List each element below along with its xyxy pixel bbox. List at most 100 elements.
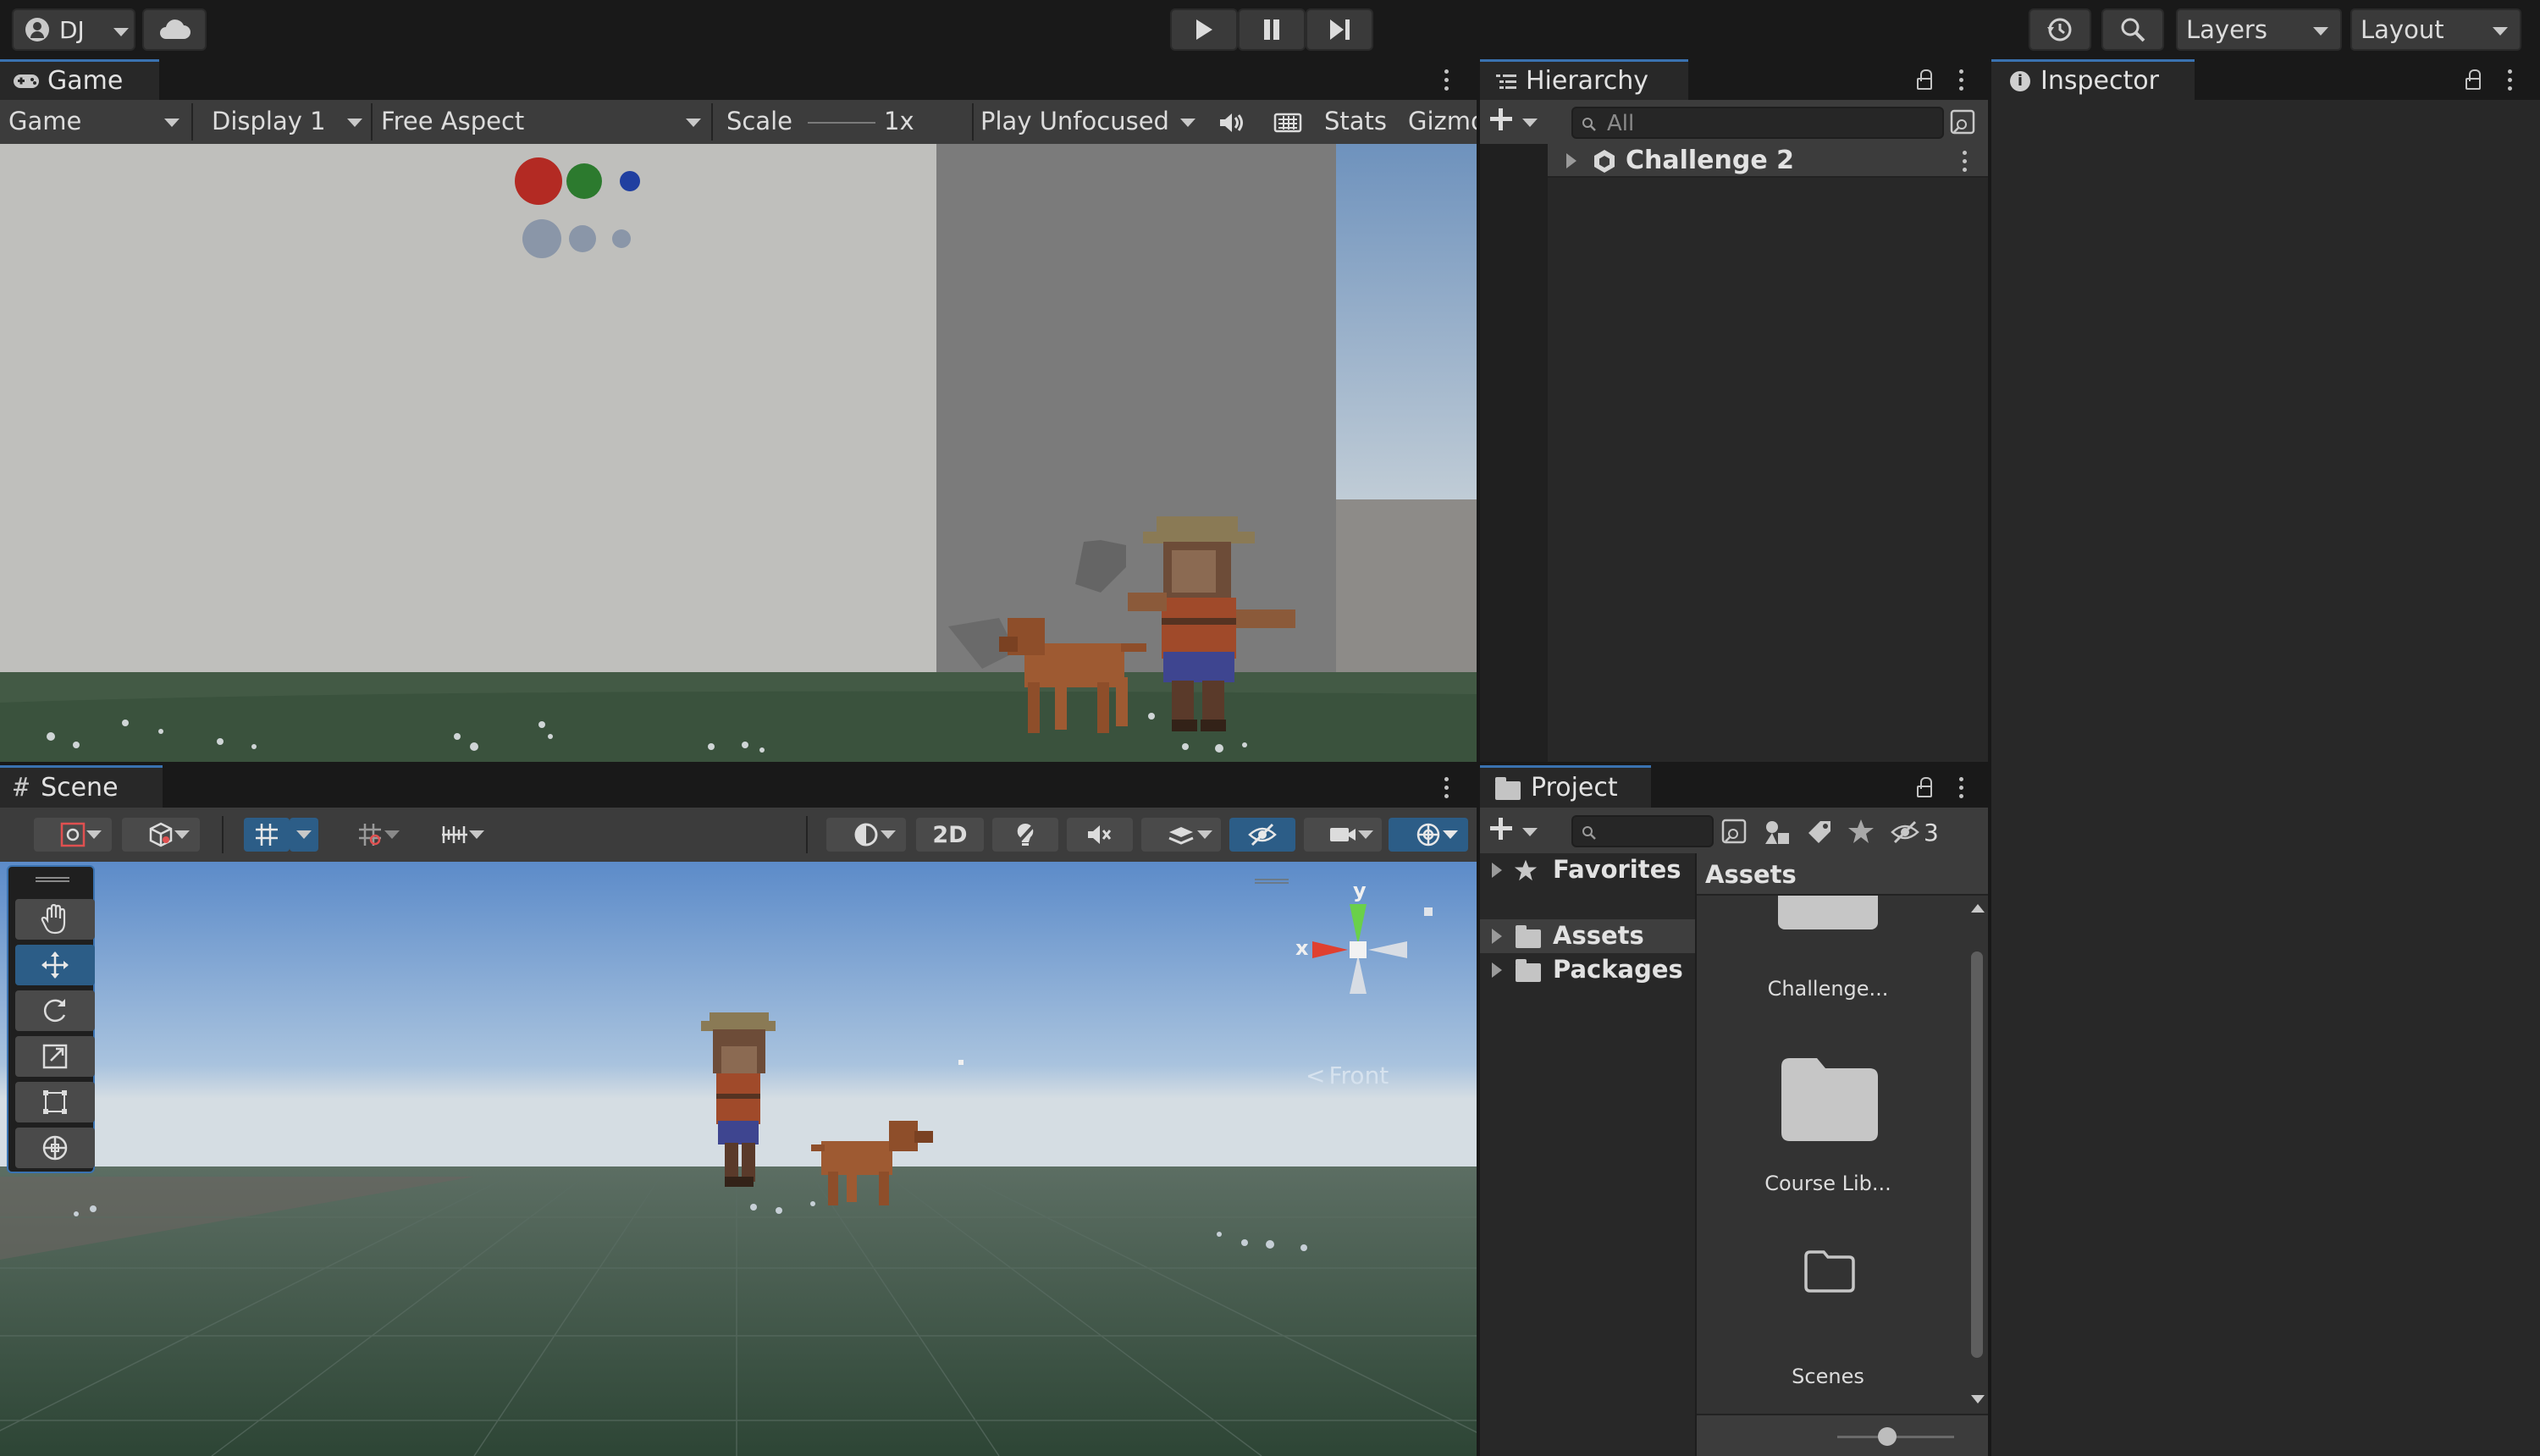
camera-icon [1330,828,1356,841]
scene-search-button[interactable] [1949,108,1978,137]
folder-thumbnail-icon [1781,1058,1878,1141]
scene-camera-dropdown[interactable] [1304,818,1382,852]
asset-item[interactable]: Course Lib... [1731,1055,1900,1199]
lock-icon[interactable] [1917,69,1932,90]
tree-item-favorites[interactable]: Favorites [1480,853,1695,887]
search-by-scene-button[interactable] [1720,818,1751,847]
hand-tool-button[interactable] [15,899,95,940]
vertical-scrollbar[interactable] [1966,901,1988,1409]
project-menu-button[interactable] [1959,777,1964,802]
layers-dropdown[interactable]: Layers [2176,8,2342,51]
expand-arrow-icon[interactable] [1566,153,1576,168]
scale-tool-button[interactable] [15,1036,95,1077]
expand-arrow-icon[interactable] [1492,863,1502,878]
hierarchy-search-input[interactable]: All [1571,107,1944,139]
scene-viewport[interactable]: y x < Front [0,862,1477,1456]
gizmos-dropdown[interactable] [1389,818,1468,852]
lock-icon[interactable] [1917,777,1932,797]
toggle-2d-button[interactable]: 2D [916,818,984,852]
chevron-down-icon [1522,828,1538,836]
search-icon [1582,118,1596,131]
tab-hierarchy[interactable]: Hierarchy [1480,59,1688,100]
slider-thumb[interactable] [1878,1427,1897,1446]
game-viewport[interactable] [0,144,1477,762]
tab-game[interactable]: Game [0,59,159,100]
audio-toggle-button[interactable] [1067,818,1133,852]
lighting-toggle-button[interactable] [992,818,1058,852]
gizmo-overlay-handle[interactable] [1255,879,1289,884]
pause-button[interactable] [1238,8,1306,51]
scene-menu-button[interactable] [1444,777,1449,802]
project-search-input[interactable] [1571,815,1714,847]
snap-toggle-button[interactable] [332,818,408,852]
mute-audio-button[interactable] [1212,107,1251,139]
shading-mode-dropdown[interactable] [826,818,906,852]
cube-icon [149,822,173,847]
view-label[interactable]: < Front [1306,1062,1389,1089]
scene-search-icon [1721,819,1747,844]
rect-tool-button[interactable] [15,1082,95,1122]
increment-snap-dropdown[interactable] [417,818,493,852]
game-mode-dropdown[interactable]: Game [8,107,186,135]
hidden-packages-toggle[interactable]: 3 [1890,818,1983,847]
layout-dropdown[interactable]: Layout [2350,8,2521,51]
scene-row[interactable]: Challenge 2 [1548,144,1988,178]
create-button[interactable] [1488,107,1543,137]
expand-arrow-icon[interactable] [1492,929,1502,944]
play-mode-label: Play Unfocused [980,107,1169,135]
move-tool-button[interactable] [15,945,95,985]
game-mode-label: Game [8,107,82,135]
favorites-filter-button[interactable] [1847,818,1878,847]
gizmos-dropdown[interactable]: Gizmos [1405,100,1477,144]
tab-inspector[interactable]: i Inspector [1991,59,2195,100]
step-button[interactable] [1306,8,1373,51]
scene-menu-button[interactable] [1963,151,1968,176]
overlay-drag-handle[interactable] [36,877,69,882]
account-dropdown[interactable]: DJ [12,8,135,51]
scale-value: 1x [884,107,914,135]
asset-label: Course Lib... [1764,1172,1891,1195]
inspector-menu-button[interactable] [2508,69,2513,95]
chevron-down-icon [384,830,400,839]
keyboard-shortcuts-button[interactable] [1267,107,1309,139]
tree-item-packages[interactable]: Packages [1480,953,1695,987]
tree-item-assets[interactable]: Assets [1480,919,1695,953]
divider [371,103,373,141]
transform-tool-button[interactable] [15,1128,95,1168]
play-button[interactable] [1170,8,1238,51]
search-button[interactable] [2101,8,2164,51]
tab-scene[interactable]: # Scene [0,765,163,808]
search-by-label-button[interactable] [1805,818,1836,847]
scale-slider[interactable] [808,122,875,124]
display-label: Display 1 [212,107,326,135]
breadcrumb-assets[interactable]: Assets [1705,860,1797,889]
undo-history-button[interactable] [2029,8,2091,51]
grid-options-dropdown[interactable] [290,818,318,852]
game-menu-button[interactable] [1444,69,1449,95]
scrollbar-thumb[interactable] [1971,951,1983,1358]
stats-button[interactable]: Stats [1324,107,1387,135]
create-asset-button[interactable] [1488,816,1543,847]
orientation-dropdown[interactable] [122,818,200,852]
effects-dropdown[interactable] [1141,818,1221,852]
hierarchy-menu-button[interactable] [1959,69,1964,95]
display-dropdown[interactable]: Display 1 [212,107,373,135]
draw-mode-dropdown[interactable] [34,818,112,852]
lock-icon[interactable] [2465,69,2481,90]
rotate-tool-button[interactable] [15,990,95,1031]
play-mode-dropdown[interactable]: Play Unfocused [980,107,1201,135]
asset-item[interactable]: Scenes [1731,1249,1900,1393]
grid-toggle-button[interactable] [244,818,290,852]
asset-item[interactable]: Challenge... [1731,896,1900,1001]
tab-project[interactable]: Project [1480,765,1651,808]
folder-icon [1516,925,1541,948]
aspect-dropdown[interactable]: Free Aspect [381,107,703,135]
scene-visibility-toggle[interactable] [1229,818,1295,852]
cloud-button[interactable] [142,8,207,51]
audio-muted-icon [1088,825,1112,844]
transform-all-icon [42,1135,68,1161]
search-by-type-button[interactable] [1763,818,1793,847]
expand-arrow-icon[interactable] [1492,962,1502,978]
view-orientation-gizmo[interactable]: y x [1278,879,1448,1006]
inspector-panel [1991,100,2540,1456]
